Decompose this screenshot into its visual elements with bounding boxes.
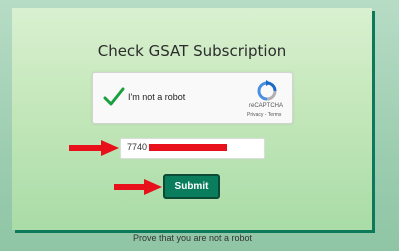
input-value: 7740 <box>127 142 148 152</box>
page-title: Check GSAT Subscription <box>97 42 287 60</box>
redaction-mark <box>149 144 227 151</box>
subscription-panel: Check GSAT Subscription I'm not a robot … <box>12 8 372 230</box>
recaptcha-links[interactable]: Privacy - Terms <box>247 112 281 118</box>
check-icon[interactable] <box>103 86 125 108</box>
right-arrow-icon <box>114 179 162 195</box>
footer-text: Prove that you are not a robot <box>132 233 253 243</box>
right-arrow-icon <box>69 140 119 156</box>
subscription-number-input[interactable]: 7740 <box>120 138 265 159</box>
captcha-label: I'm not a robot <box>128 92 186 102</box>
recaptcha-brand: reCAPTCHA <box>249 103 284 109</box>
submit-button[interactable]: Submit <box>163 174 220 199</box>
recaptcha-widget[interactable]: I'm not a robot reCAPTCHA Privacy - Term… <box>92 72 293 124</box>
recaptcha-logo-icon <box>257 80 277 101</box>
